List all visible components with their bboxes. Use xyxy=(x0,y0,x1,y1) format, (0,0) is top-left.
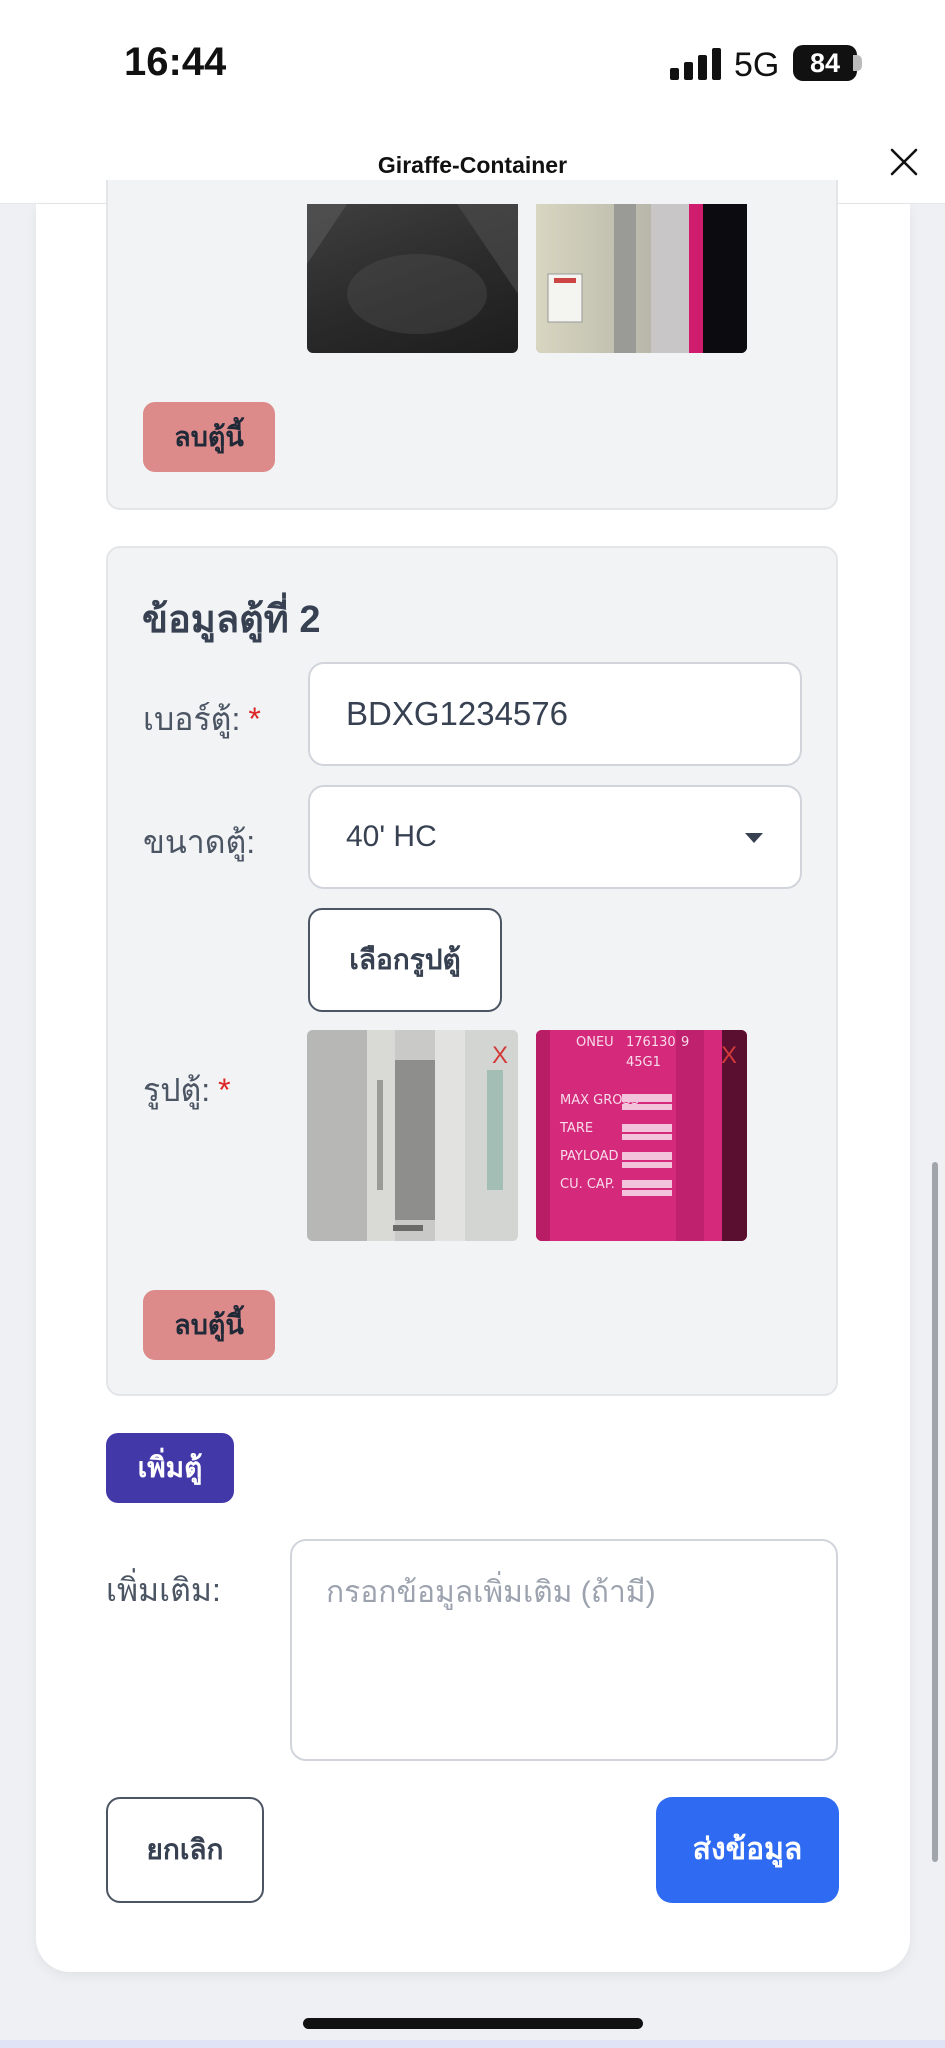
extra-label: เพิ่มเติม: xyxy=(106,1572,221,1608)
container-photo-label-text: รูปตู้: xyxy=(143,1072,211,1108)
choose-photo-button[interactable]: เลือกรูปตู้ xyxy=(308,908,502,1012)
close-icon[interactable] xyxy=(888,146,920,178)
battery-cap xyxy=(853,55,862,71)
container-2-photo-interior[interactable] xyxy=(307,1030,518,1241)
container-size-select[interactable]: 40' HC xyxy=(308,785,802,889)
required-mark: * xyxy=(218,1072,231,1108)
container-photo-label: รูปตู้: * xyxy=(143,1065,231,1116)
bottom-strip xyxy=(0,2040,945,2048)
container-1-photo-floor[interactable] xyxy=(307,204,518,353)
container-2-title: ข้อมูลตู้ที่ 2 xyxy=(142,599,321,641)
page-title: Giraffe-Container xyxy=(377,152,568,178)
container-number-input[interactable]: BDXG1234576 xyxy=(308,662,802,766)
add-container-button[interactable]: เพิ่มตู้ xyxy=(106,1433,234,1503)
scrollbar[interactable] xyxy=(932,1162,938,1862)
signal-icon xyxy=(670,48,722,80)
container-2-photo-door[interactable]: ONEU 176130 9 45G1 MAX GROSS TARE PAYLOAD … xyxy=(536,1030,747,1241)
delete-container-1-button[interactable]: ลบตู้นี้ xyxy=(143,402,275,472)
home-indicator xyxy=(303,2018,643,2029)
svg-text:PAYLOAD: PAYLOAD xyxy=(560,1149,619,1164)
svg-text:176130: 176130 xyxy=(626,1035,676,1050)
network-type: 5G xyxy=(734,46,780,84)
svg-text:CU. CAP.: CU. CAP. xyxy=(560,1177,615,1192)
container-1-photo-door[interactable] xyxy=(536,204,747,353)
status-bar: 16:44 5G 84 xyxy=(0,0,945,130)
required-mark: * xyxy=(248,701,261,737)
svg-text:9: 9 xyxy=(681,1035,689,1050)
svg-text:45G1: 45G1 xyxy=(626,1055,661,1070)
svg-text:ONEU: ONEU xyxy=(576,1035,614,1050)
container-number-label-text: เบอร์ตู้: xyxy=(143,701,241,737)
container-number-label: เบอร์ตู้: * xyxy=(143,694,261,745)
cancel-button[interactable]: ยกเลิก xyxy=(106,1797,264,1903)
remove-photo-1-icon[interactable]: X xyxy=(492,1042,508,1070)
submit-button[interactable]: ส่งข้อมูล xyxy=(656,1797,839,1903)
chevron-down-icon xyxy=(745,833,763,843)
clock: 16:44 xyxy=(124,40,227,84)
remove-photo-2-icon[interactable]: X xyxy=(721,1042,737,1070)
battery-icon: 84 xyxy=(793,45,857,81)
extra-textarea[interactable]: กรอกข้อมูลเพิ่มเติม (ถ้ามี) xyxy=(290,1539,838,1761)
container-size-label: ขนาดตู้: xyxy=(143,824,256,860)
delete-container-2-button[interactable]: ลบตู้นี้ xyxy=(143,1290,275,1360)
container-number-value: BDXG1234576 xyxy=(346,695,568,732)
container-size-value: 40' HC xyxy=(346,820,437,853)
svg-text:TARE: TARE xyxy=(559,1121,593,1136)
